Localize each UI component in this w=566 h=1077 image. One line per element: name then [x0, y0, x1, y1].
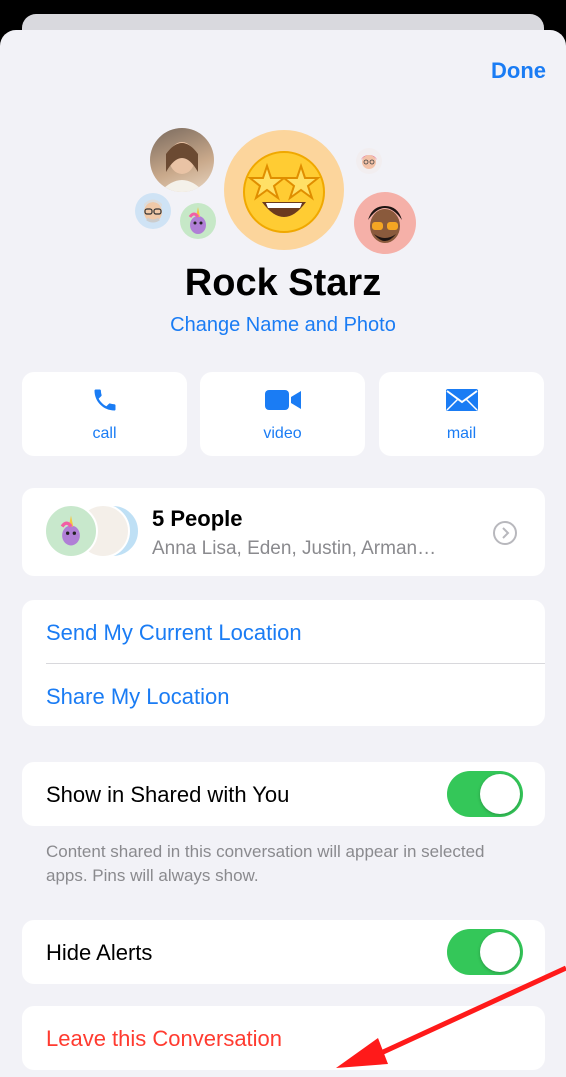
annotation-arrow-icon	[336, 965, 566, 1068]
video-button[interactable]: video	[200, 372, 365, 456]
share-my-location-button[interactable]: Share My Location	[46, 684, 229, 710]
people-names-subtitle: Anna Lisa, Eden, Justin, Arman…	[152, 538, 437, 559]
call-label: call	[92, 424, 117, 442]
toggle-knob	[480, 774, 520, 814]
people-avatar-stack	[44, 504, 144, 560]
send-current-location-button[interactable]: Send My Current Location	[46, 620, 302, 646]
member-memoji-grandpa-avatar	[135, 193, 171, 229]
people-row[interactable]: 5 People Anna Lisa, Eden, Justin, Arman…	[22, 488, 545, 576]
mail-label: mail	[446, 424, 477, 442]
leave-conversation-button[interactable]: Leave this Conversation	[46, 1026, 282, 1052]
shared-with-you-row: Show in Shared with You	[22, 762, 545, 826]
change-name-photo-link[interactable]: Change Name and Photo	[0, 314, 566, 337]
conversation-details-sheet: Done Rock Starz Change Name and Photo ca…	[0, 30, 566, 1077]
divider	[46, 663, 545, 664]
group-name-title: Rock Starz	[184, 262, 382, 304]
done-button[interactable]: Done	[491, 58, 546, 84]
video-camera-icon	[264, 386, 302, 419]
member-photo-avatar	[150, 128, 214, 192]
location-options-card: Send My Current Location Share My Locati…	[22, 600, 545, 726]
member-memoji-guy-avatar	[354, 192, 416, 254]
envelope-icon	[445, 386, 479, 419]
hide-alerts-label: Hide Alerts	[46, 940, 153, 965]
call-button[interactable]: call	[22, 372, 187, 456]
shared-with-you-footnote: Content shared in this conversation will…	[46, 842, 485, 885]
video-label: video	[263, 424, 302, 442]
phone-icon	[91, 386, 119, 419]
shared-with-you-toggle[interactable]	[447, 771, 523, 817]
people-count-title: 5 People	[152, 506, 243, 531]
shared-with-you-label: Show in Shared with You	[46, 782, 290, 807]
group-emoji-avatar[interactable]	[224, 130, 344, 250]
mail-button[interactable]: mail	[379, 372, 544, 456]
chevron-right-icon[interactable]	[493, 521, 517, 545]
member-unicorn-avatar	[180, 203, 216, 239]
member-unicorn-avatar-small	[44, 504, 98, 558]
member-memoji-girl-avatar	[356, 148, 382, 174]
